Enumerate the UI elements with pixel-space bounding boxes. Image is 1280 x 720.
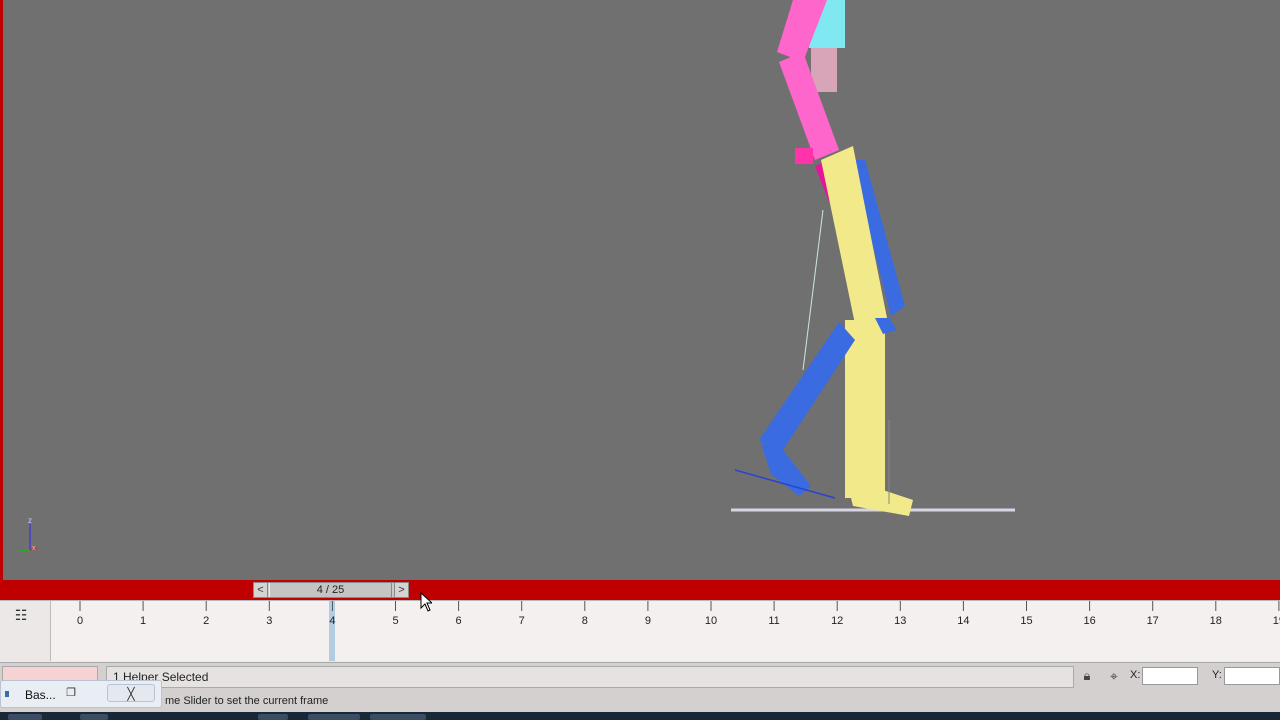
ik-line xyxy=(802,209,824,371)
ruler-tick-label: 8 xyxy=(582,615,588,627)
ruler-tick-label: 5 xyxy=(392,615,398,627)
restore-icon[interactable]: ❐ xyxy=(63,685,79,701)
app-root: z x < 4 / 25 > ☷ 0 1 2 3 4 5 6 7 8 9 10 11 12 13 14 15 1… xyxy=(0,0,1280,720)
ruler-tick-label: 14 xyxy=(957,615,969,627)
track-bar: ☷ 012345678910111213141516171819 xyxy=(0,600,1280,662)
axis-y-line xyxy=(10,549,31,553)
ruler-tick-label: 3 xyxy=(266,615,272,627)
next-frame-button[interactable]: > xyxy=(394,583,408,597)
minimized-window-title[interactable]: Bas... xyxy=(25,688,56,702)
time-slider[interactable]: < 4 / 25 > xyxy=(253,582,409,598)
time-slider-thumb[interactable]: 4 / 25 xyxy=(269,583,392,597)
axis-x-label: x xyxy=(32,545,36,552)
y-coord-input[interactable] xyxy=(1224,667,1280,685)
perspective-viewport[interactable]: z x xyxy=(0,0,1280,580)
y-coord-label: Y: xyxy=(1212,669,1222,681)
ruler-tick-label: 19 xyxy=(1273,615,1280,627)
ruler-tick-label: 2 xyxy=(203,615,209,627)
ruler-tick-label: 11 xyxy=(768,615,779,627)
ruler-tick-label: 17 xyxy=(1147,615,1159,627)
selection-status: 1 Helper Selected xyxy=(106,666,1074,688)
ruler-tick-label: 4 xyxy=(329,615,335,627)
taskbar-item[interactable] xyxy=(370,714,426,720)
ruler-tick-label: 1 xyxy=(140,615,146,627)
biped-calf-front[interactable] xyxy=(845,320,885,498)
axis-z-label: z xyxy=(28,516,32,525)
taskbar-item[interactable] xyxy=(258,714,288,720)
ruler-tick-label: 7 xyxy=(519,615,525,627)
close-icon[interactable]: ╳ xyxy=(107,684,155,702)
taskbar-item[interactable] xyxy=(80,714,108,720)
taskbar-item[interactable] xyxy=(308,714,360,720)
ruler-tick-label: 0 xyxy=(77,615,83,627)
minimized-window[interactable]: Bas... ❐ ╳ xyxy=(0,680,162,708)
frame-ruler[interactable]: 012345678910111213141516171819 xyxy=(50,601,1280,661)
ruler-tick-label: 18 xyxy=(1210,615,1222,627)
window-grip-icon xyxy=(5,691,9,697)
prompt-line: me Slider to set the current frame xyxy=(165,695,329,707)
absolute-mode-icon[interactable]: ⌖ xyxy=(1104,667,1124,685)
ruler-tick-label: 9 xyxy=(645,615,651,627)
biped-hand[interactable] xyxy=(795,148,813,164)
ruler-tick-label: 12 xyxy=(831,615,843,627)
x-coord-input[interactable] xyxy=(1142,667,1198,685)
ruler-tick-label: 10 xyxy=(705,615,717,627)
time-slider-bar: < 4 / 25 > xyxy=(0,580,1280,600)
viewport-scene: z x xyxy=(10,0,1015,553)
ruler-tick-label: 16 xyxy=(1083,615,1095,627)
previous-frame-button[interactable]: < xyxy=(254,583,268,597)
biped-calf-back[interactable] xyxy=(759,322,855,456)
ruler-tick-label: 6 xyxy=(456,615,462,627)
x-coord-label: X: xyxy=(1130,669,1141,681)
lock-icon[interactable]: 🔒︎ xyxy=(1078,667,1096,685)
ruler-ticks: 012345678910111213141516171819 xyxy=(77,601,1280,627)
ruler-tick-label: 15 xyxy=(1020,615,1032,627)
biped-foot-front[interactable] xyxy=(849,490,913,516)
biped-foot-back[interactable] xyxy=(761,444,811,496)
start-button[interactable] xyxy=(8,714,42,720)
taskbar xyxy=(0,712,1280,720)
key-filter-icon[interactable]: ☷ xyxy=(10,607,32,623)
mouse-pointer-icon xyxy=(420,592,432,612)
ruler-tick-label: 13 xyxy=(894,615,906,627)
